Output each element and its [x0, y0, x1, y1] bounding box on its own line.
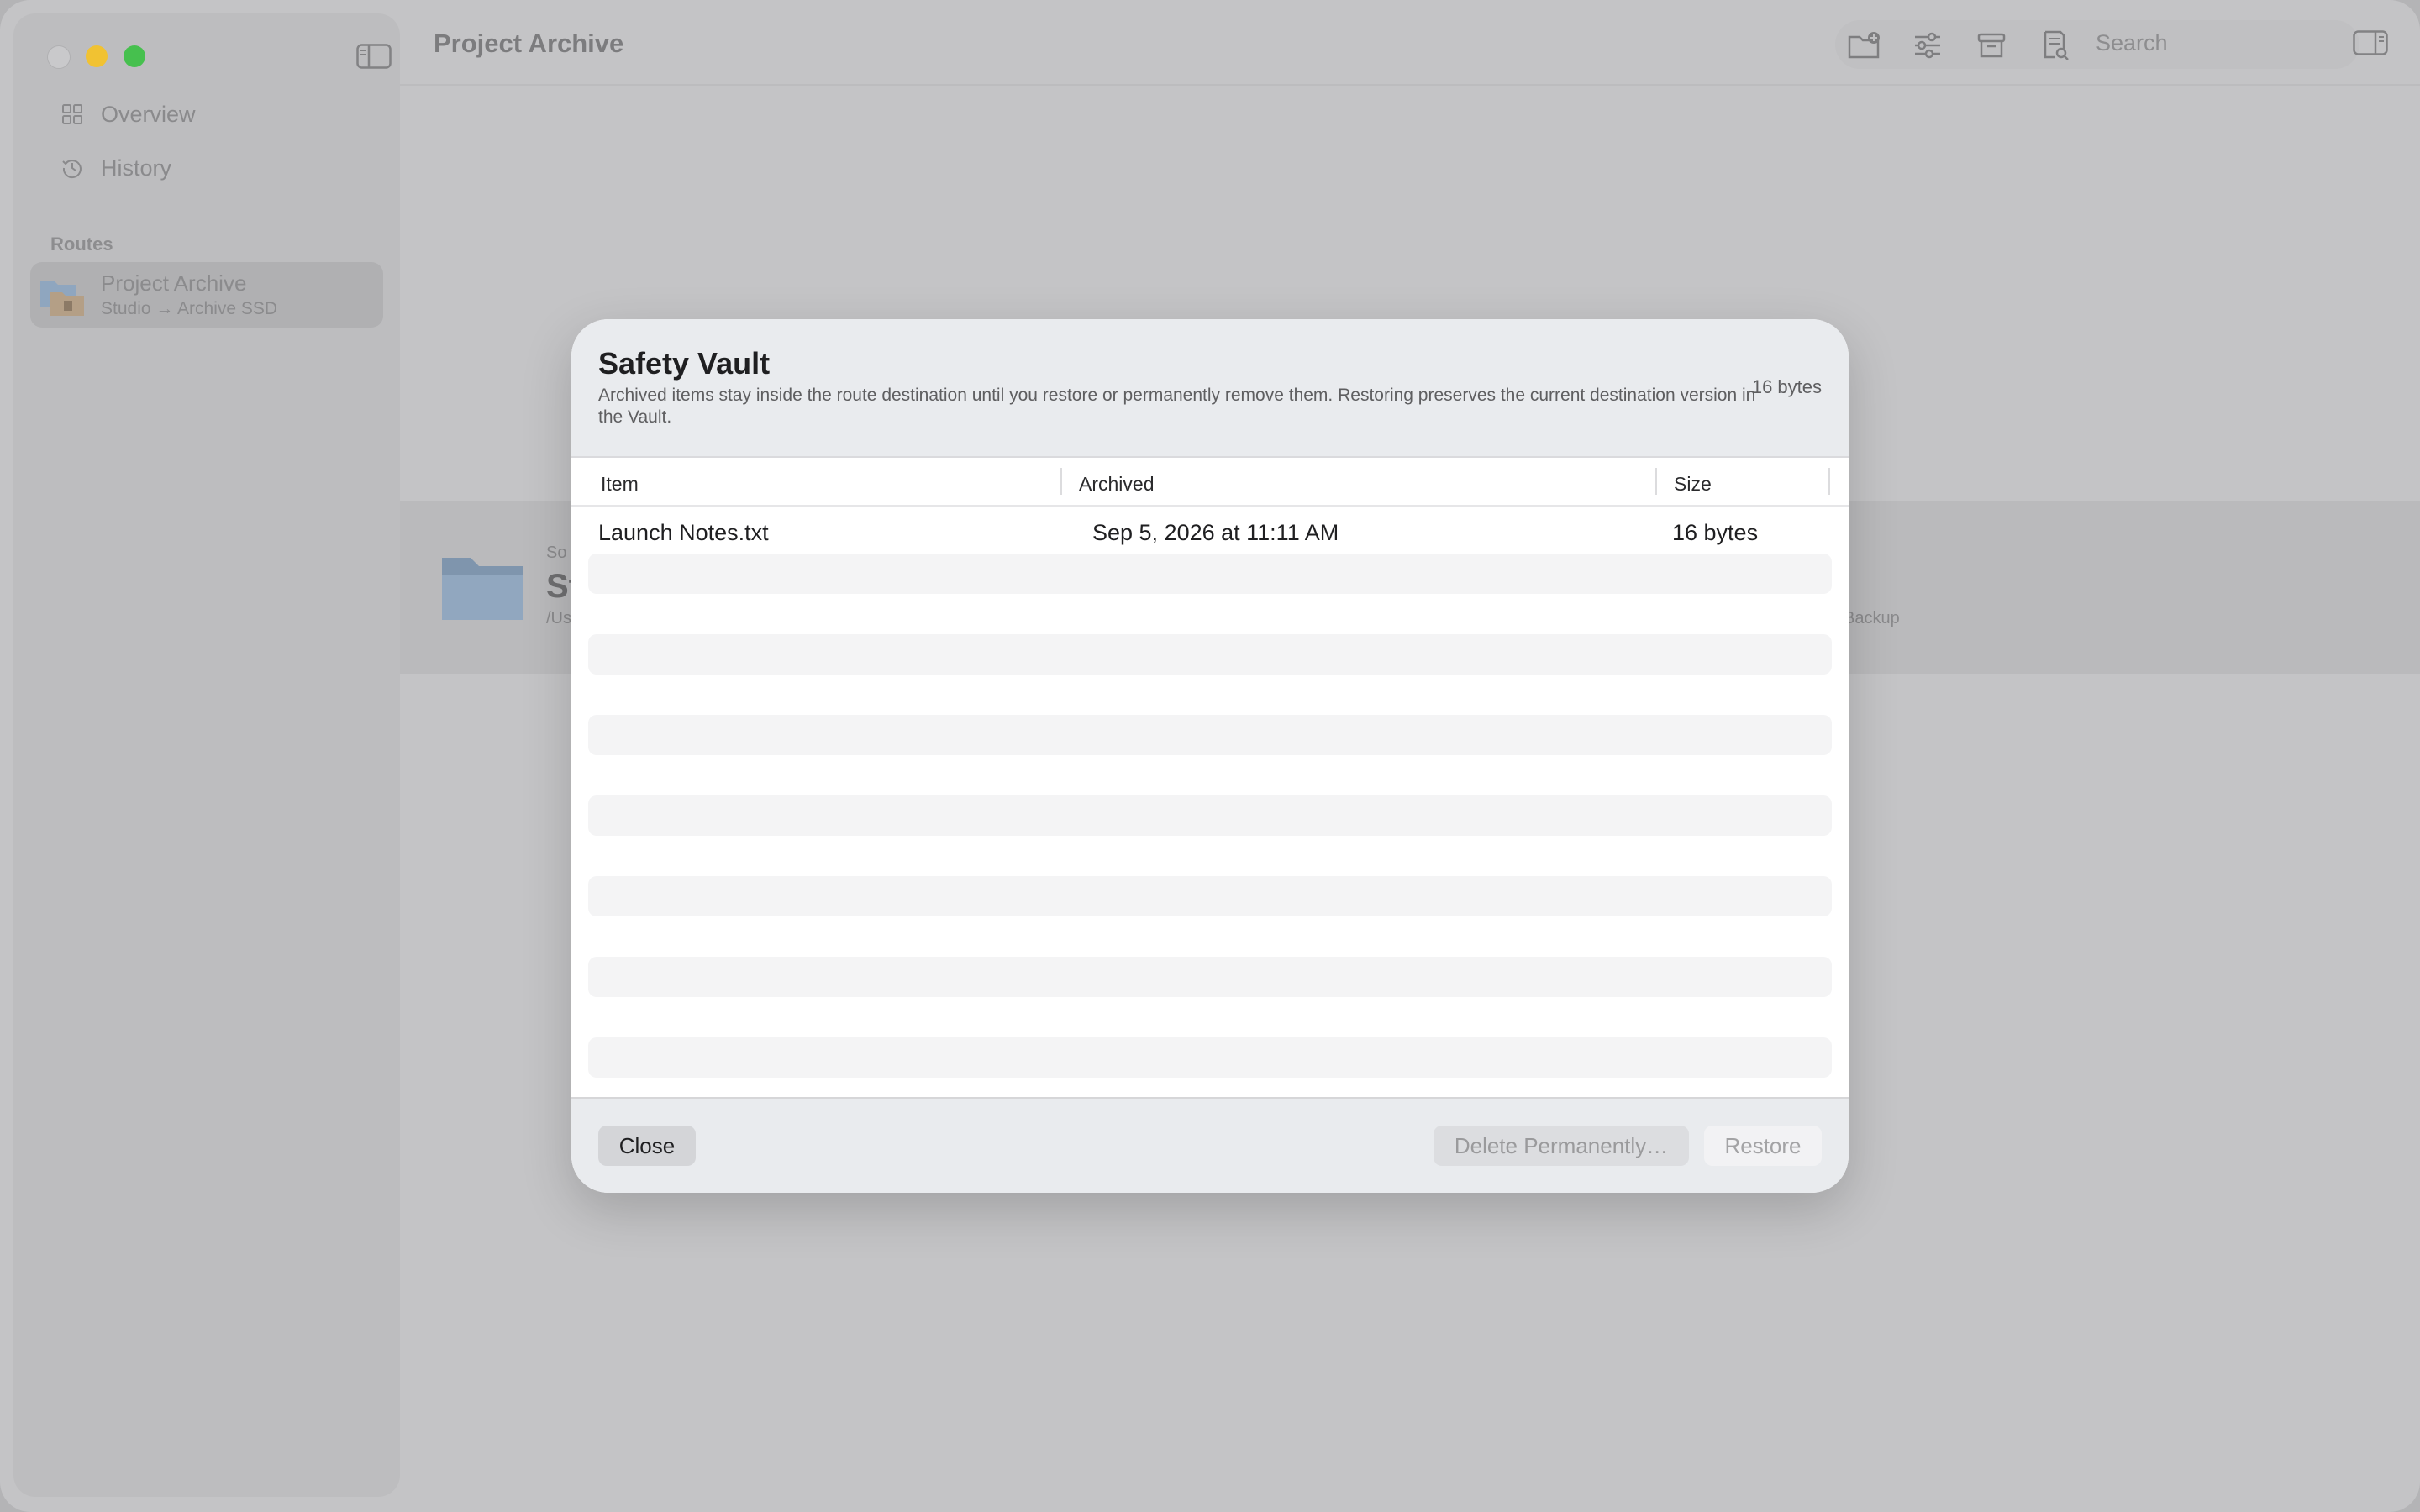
- document-search-icon[interactable]: [2039, 30, 2072, 60]
- table-header: Item Archived Size: [571, 458, 1849, 507]
- dialog-header: Safety Vault Archived items stay inside …: [571, 319, 1849, 456]
- empty-row: [588, 554, 1832, 594]
- column-header-archived[interactable]: Archived: [1079, 473, 1154, 496]
- folder-route-icon: [40, 281, 84, 316]
- route-source-path: /Us: [546, 609, 571, 627]
- sidebar: Overview History Routes Project Archive …: [13, 13, 400, 1497]
- cell-size: 16 bytes: [1672, 520, 1759, 545]
- dialog-description: Archived items stay inside the route des…: [598, 386, 1756, 427]
- empty-row: [588, 876, 1832, 916]
- sidebar-item-label: Overview: [101, 101, 196, 127]
- delete-permanently-button[interactable]: Delete Permanently…: [1434, 1126, 1689, 1166]
- sidebar-route-project-archive[interactable]: Project Archive Studio → Archive SSD: [30, 262, 383, 328]
- empty-row: [588, 795, 1832, 836]
- empty-row: [588, 916, 1832, 957]
- column-header-size[interactable]: Size: [1674, 473, 1712, 496]
- app-window: Overview History Routes Project Archive …: [0, 0, 2420, 1512]
- column-separator: [1060, 468, 1062, 495]
- sliders-icon[interactable]: [1911, 30, 1944, 60]
- restore-button[interactable]: Restore: [1704, 1126, 1822, 1166]
- folder-icon: [442, 558, 523, 620]
- dialog-footer: Close Delete Permanently… Restore: [571, 1097, 1849, 1193]
- empty-row: [588, 634, 1832, 675]
- close-button[interactable]: Close: [598, 1126, 696, 1166]
- empty-row: [588, 836, 1832, 876]
- route-subtitle: Studio → Archive SSD: [101, 299, 278, 318]
- sidebar-toggle-icon[interactable]: [356, 44, 392, 69]
- inspector-toggle-icon[interactable]: [2353, 30, 2388, 55]
- empty-row: [588, 715, 1832, 755]
- column-separator: [1655, 468, 1657, 495]
- dialog-title: Safety Vault: [598, 346, 771, 381]
- cell-item: Launch Notes.txt: [598, 520, 769, 545]
- cell-archived: Sep 5, 2026 at 11:11 AM: [1092, 520, 1339, 545]
- close-window-button[interactable]: [47, 45, 71, 69]
- section-label-routes: Routes: [50, 234, 113, 255]
- column-separator: [1828, 468, 1830, 495]
- table-row[interactable]: Launch Notes.txt Sep 5, 2026 at 11:11 AM…: [588, 513, 1832, 554]
- route-destination-path: Backup: [1844, 609, 1900, 627]
- empty-row: [588, 957, 1832, 997]
- column-header-item[interactable]: Item: [601, 473, 639, 496]
- maximize-window-button[interactable]: [124, 45, 145, 67]
- new-folder-icon[interactable]: [1847, 30, 1881, 60]
- archive-box-icon[interactable]: [1975, 30, 2008, 60]
- empty-row: [588, 997, 1832, 1037]
- route-source-label: So: [546, 543, 567, 562]
- search-input[interactable]: Search: [2096, 30, 2168, 56]
- empty-row: [588, 594, 1832, 634]
- window-title: Project Archive: [434, 29, 624, 58]
- clock-history-icon: [62, 160, 82, 179]
- empty-row: [588, 675, 1832, 715]
- sidebar-item-history[interactable]: History: [60, 151, 171, 185]
- route-title: Project Archive: [101, 270, 247, 296]
- sidebar-item-overview[interactable]: Overview: [60, 97, 196, 131]
- minimize-window-button[interactable]: [86, 45, 108, 67]
- empty-row: [588, 755, 1832, 795]
- grid-icon: [62, 104, 82, 124]
- toolbar-divider: [400, 84, 2420, 86]
- safety-vault-dialog: Safety Vault Archived items stay inside …: [571, 319, 1849, 1193]
- sidebar-item-label: History: [101, 155, 172, 181]
- empty-row: [588, 1037, 1832, 1078]
- vault-total-size: 16 bytes: [1751, 376, 1822, 397]
